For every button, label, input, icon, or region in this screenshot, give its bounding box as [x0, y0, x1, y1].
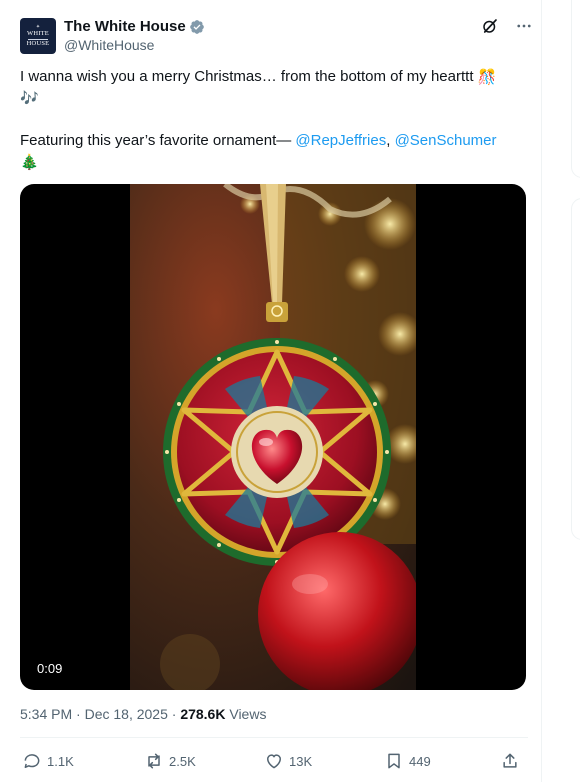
views-label: Views	[225, 706, 267, 722]
share-icon	[503, 753, 517, 768]
share-button[interactable]	[500, 751, 520, 771]
tweet-page: ✦ WHITE HOUSE The White House @WhiteHous…	[0, 0, 580, 782]
header-actions	[480, 16, 534, 36]
repost-icon	[148, 753, 160, 769]
repost-button[interactable]: 2.5K	[144, 751, 196, 771]
tweet-line-1: I wanna wish you a merry Christmas… from…	[20, 68, 474, 85]
tweet-line-2: Featuring this year’s favorite ornament—	[20, 132, 296, 150]
music-notes-emoji: 🎶	[20, 90, 39, 108]
more-icon[interactable]	[514, 16, 534, 36]
video-player[interactable]: 0:09	[20, 184, 526, 690]
verified-badge-icon[interactable]	[189, 19, 205, 35]
tweet-paragraph-1: I wanna wish you a merry Christmas… from…	[20, 66, 530, 109]
like-icon	[267, 754, 281, 769]
author-name[interactable]: The White House	[64, 18, 186, 35]
author-handle[interactable]: @WhiteHouse	[64, 37, 205, 53]
tweet-paragraph-2: Featuring this year’s favorite ornament—…	[20, 130, 530, 173]
video-duration: 0:09	[32, 660, 68, 677]
like-button[interactable]: 13K	[264, 751, 312, 771]
views-count: 278.6K	[180, 706, 226, 722]
mention-separator: ,	[386, 132, 395, 150]
bookmark-count: 449	[409, 753, 431, 769]
action-bar: 1.1K 2.5K 13K 449	[22, 751, 520, 773]
meta-separator	[20, 737, 528, 738]
sidebar-card-top	[571, 0, 580, 178]
sidebar-card-middle	[571, 198, 580, 540]
like-count: 13K	[289, 753, 313, 769]
bookmark-icon	[388, 753, 400, 769]
tweet-meta: 5:34 PM · Dec 18, 2025 · 278.6K Views	[20, 706, 266, 722]
avatar-seal-icon: ✦	[35, 25, 41, 30]
reply-count: 1.1K	[47, 753, 74, 769]
repost-count: 2.5K	[169, 753, 196, 769]
tweet-timestamp[interactable]: 5:34 PM · Dec 18, 2025 ·	[20, 706, 180, 722]
confetti-emoji: 🎊	[477, 68, 497, 86]
avatar[interactable]: ✦ WHITE HOUSE	[20, 18, 56, 54]
mention-senschumer[interactable]: @SenSchumer	[395, 132, 497, 149]
tweet-text: I wanna wish you a merry Christmas… from…	[20, 66, 530, 173]
mention-repjeffries[interactable]: @RepJeffries	[295, 132, 386, 149]
bookmark-button[interactable]: 449	[384, 751, 431, 771]
video-frame[interactable]	[130, 184, 416, 690]
reply-button[interactable]: 1.1K	[22, 751, 74, 771]
column-divider	[541, 0, 542, 782]
ornament-video-image	[130, 184, 416, 690]
christmas-tree-emoji: 🎄	[20, 153, 39, 171]
reply-icon	[24, 754, 40, 768]
author-block: The White House @WhiteHouse	[64, 18, 205, 53]
grok-icon[interactable]	[480, 16, 500, 36]
avatar-line1: WHITE	[27, 30, 49, 37]
avatar-line2: HOUSE	[26, 39, 50, 47]
author-name-row: The White House	[64, 18, 205, 35]
